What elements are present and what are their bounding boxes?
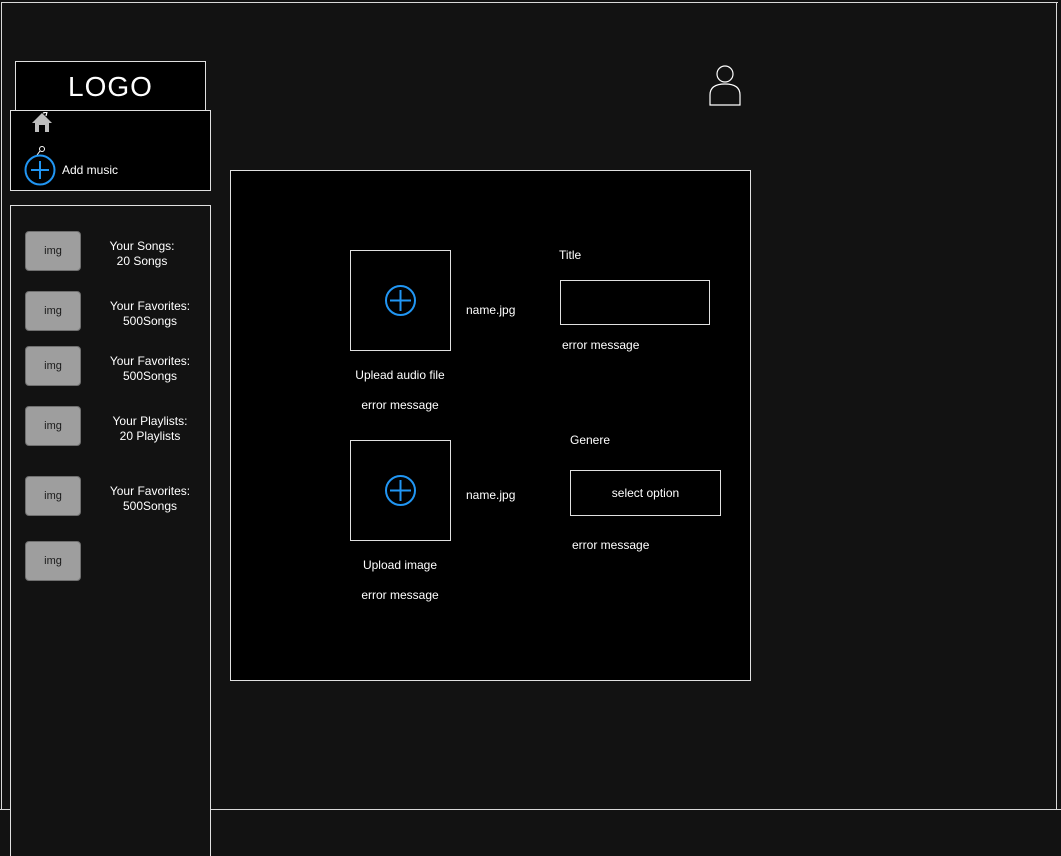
add-circle-icon xyxy=(385,475,416,506)
library-item-empty[interactable]: img xyxy=(25,541,205,583)
frame-border-right xyxy=(1056,2,1057,810)
home-icon[interactable] xyxy=(30,111,54,134)
library-item-text: Your Songs: 20 Songs xyxy=(87,239,197,269)
library-item-title: Your Favorites: xyxy=(109,484,191,498)
library-item-thumbnail: img xyxy=(25,476,81,516)
library-item-your-songs[interactable]: img Your Songs: 20 Songs xyxy=(25,231,205,273)
frame-border-top xyxy=(1,2,1058,3)
title-label: Title xyxy=(559,248,582,262)
add-music-label: Add music xyxy=(62,163,119,177)
library-item-title: Your Songs: xyxy=(109,239,175,253)
library-item-thumbnail: img xyxy=(25,406,81,446)
add-music-button[interactable]: Add music xyxy=(24,145,144,187)
genre-select[interactable]: select option xyxy=(570,470,721,516)
library-item-thumbnail: img xyxy=(25,231,81,271)
image-upload-dropzone[interactable] xyxy=(350,440,451,541)
audio-filename: name.jpg xyxy=(466,303,516,317)
user-icon[interactable] xyxy=(708,64,742,106)
library-item-thumbnail: img xyxy=(25,291,81,331)
image-upload-error: error message xyxy=(361,588,439,602)
title-error: error message xyxy=(562,338,640,352)
library-item-text: Your Favorites: 500Songs xyxy=(95,354,205,384)
logo: LOGO xyxy=(15,61,206,112)
library-item-title: Your Playlists: xyxy=(112,414,188,428)
genre-error: error message xyxy=(572,538,650,552)
library-item-count: 20 Playlists xyxy=(119,429,181,443)
genre-label: Genere xyxy=(570,433,611,447)
library-item-title: Your Favorites: xyxy=(109,354,191,368)
library-item-count: 20 Songs xyxy=(116,254,168,268)
library-item-your-favorites[interactable]: img Your Favorites: 500Songs xyxy=(25,476,205,518)
main-nav: Add music xyxy=(10,110,211,191)
audio-upload-dropzone[interactable] xyxy=(350,250,451,351)
library-item-count: 500Songs xyxy=(122,314,178,328)
library-item-your-favorites[interactable]: img Your Favorites: 500Songs xyxy=(25,291,205,333)
library-item-your-favorites[interactable]: img Your Favorites: 500Songs xyxy=(25,346,205,388)
library-item-count: 500Songs xyxy=(122,369,178,383)
library-item-text: Your Favorites: 500Songs xyxy=(95,299,205,329)
frame-border-left xyxy=(1,2,2,810)
image-filename: name.jpg xyxy=(466,488,516,502)
library-item-text: Your Playlists: 20 Playlists xyxy=(95,414,205,444)
audio-upload-label: Uplead audio file xyxy=(355,368,445,382)
library-sidebar: img Your Songs: 20 Songs img Your Favori… xyxy=(10,205,211,856)
add-circle-icon xyxy=(24,145,58,187)
library-item-your-playlists[interactable]: img Your Playlists: 20 Playlists xyxy=(25,406,205,448)
add-circle-icon xyxy=(385,285,416,316)
library-item-text: Your Favorites: 500Songs xyxy=(95,484,205,514)
title-input[interactable] xyxy=(560,280,710,325)
library-item-thumbnail: img xyxy=(25,346,81,386)
add-music-form: name.jpg Uplead audio file error message… xyxy=(230,170,751,681)
library-item-title: Your Favorites: xyxy=(109,299,191,313)
app-page: LOGO Add music img Your Songs: 20 Songs … xyxy=(0,0,1061,856)
library-item-count: 500Songs xyxy=(122,499,178,513)
audio-upload-error: error message xyxy=(361,398,439,412)
image-upload-label: Upload image xyxy=(362,558,438,572)
library-item-thumbnail: img xyxy=(25,541,81,581)
